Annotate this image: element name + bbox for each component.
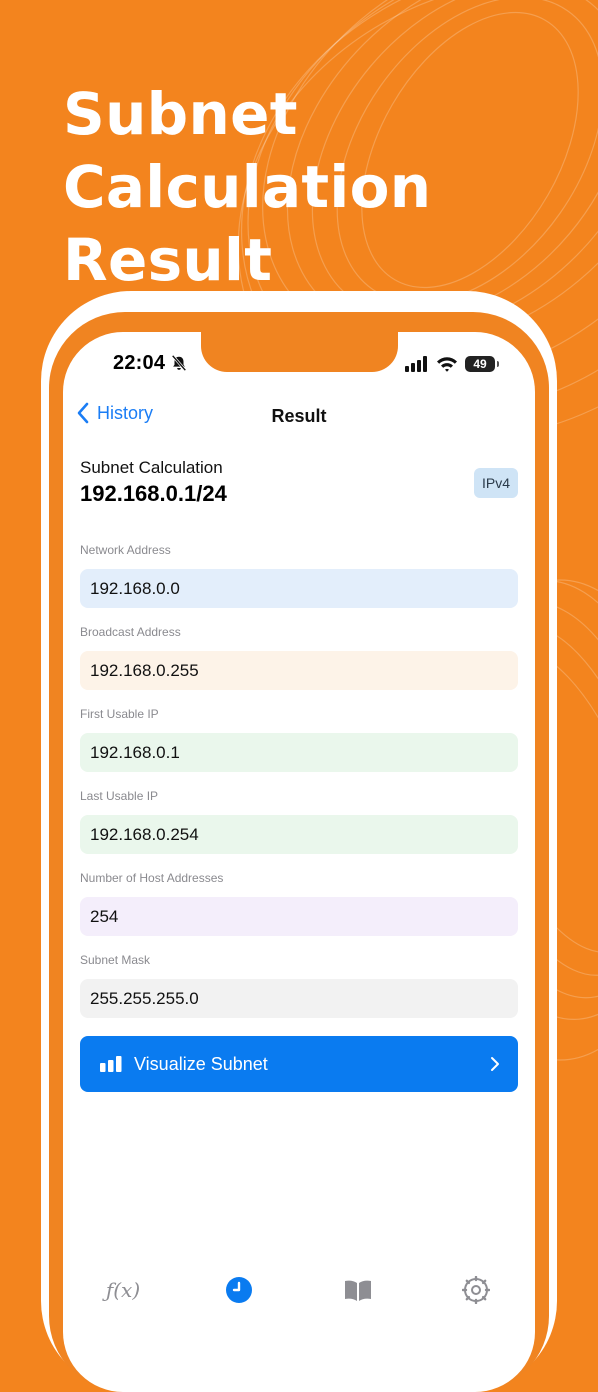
tab-reference[interactable] <box>338 1270 378 1310</box>
field-label: Number of Host Addresses <box>80 871 224 885</box>
cellular-signal-icon <box>405 356 427 372</box>
tab-bar: ƒ(x) <box>63 1270 535 1310</box>
tab-calculator[interactable]: ƒ(x) <box>103 1270 143 1310</box>
bell-slash-icon <box>171 354 187 372</box>
function-icon: ƒ(x) <box>105 1278 141 1302</box>
network-address-field: Network Address 192.168.0.0 <box>80 542 518 624</box>
first-usable-ip-value[interactable]: 192.168.0.1 <box>80 733 518 772</box>
navigation-bar: History Result <box>63 398 535 434</box>
status-icons: 49 <box>405 354 499 374</box>
tab-settings[interactable] <box>456 1270 496 1310</box>
field-label: Subnet Mask <box>80 953 151 967</box>
calculation-label: Subnet Calculation <box>80 458 223 477</box>
field-label: Network Address <box>80 543 171 557</box>
first-usable-ip-field: First Usable IP 192.168.0.1 <box>80 706 518 788</box>
broadcast-address-field: Broadcast Address 192.168.0.255 <box>80 624 518 706</box>
battery-indicator: 49 <box>465 356 499 372</box>
subnet-mask-value[interactable]: 255.255.255.0 <box>80 979 518 1018</box>
tab-history[interactable] <box>219 1270 259 1310</box>
wifi-icon <box>437 357 457 372</box>
last-usable-ip-field: Last Usable IP 192.168.0.254 <box>80 788 518 870</box>
calculation-value: 192.168.0.1/24 <box>80 481 227 506</box>
visualize-subnet-label: Visualize Subnet <box>134 1053 268 1074</box>
last-usable-ip-value[interactable]: 192.168.0.254 <box>80 815 518 854</box>
phone-screen: 22:04 49 History Result Subnet Calculati… <box>63 332 535 1392</box>
result-fields: Network Address 192.168.0.0 Broadcast Ad… <box>80 542 518 1034</box>
visualize-subnet-button[interactable]: Visualize Subnet <box>80 1036 518 1092</box>
status-time: 22:04 <box>113 352 166 374</box>
network-address-value[interactable]: 192.168.0.0 <box>80 569 518 608</box>
headline-line-1: Subnet <box>63 80 298 148</box>
book-icon <box>345 1280 371 1301</box>
broadcast-address-value[interactable]: 192.168.0.255 <box>80 651 518 690</box>
headline-line-3: Result <box>63 226 273 294</box>
subnet-mask-field: Subnet Mask 255.255.255.0 <box>80 952 518 1034</box>
notch <box>201 332 398 372</box>
field-label: First Usable IP <box>80 707 159 721</box>
host-count-field: Number of Host Addresses 254 <box>80 870 518 952</box>
bar-chart-icon <box>100 1056 122 1072</box>
field-label: Last Usable IP <box>80 789 159 803</box>
ip-version-badge: IPv4 <box>474 468 518 498</box>
field-label: Broadcast Address <box>80 625 181 639</box>
host-count-value[interactable]: 254 <box>80 897 518 936</box>
chevron-right-icon <box>491 1057 499 1071</box>
headline-line-2: Calculation <box>63 153 432 221</box>
page-title: Result <box>271 406 327 426</box>
calculation-header: Subnet Calculation 192.168.0.1/24 IPv4 <box>80 458 518 508</box>
promo-headline: Subnet Calculation Result <box>63 78 543 297</box>
